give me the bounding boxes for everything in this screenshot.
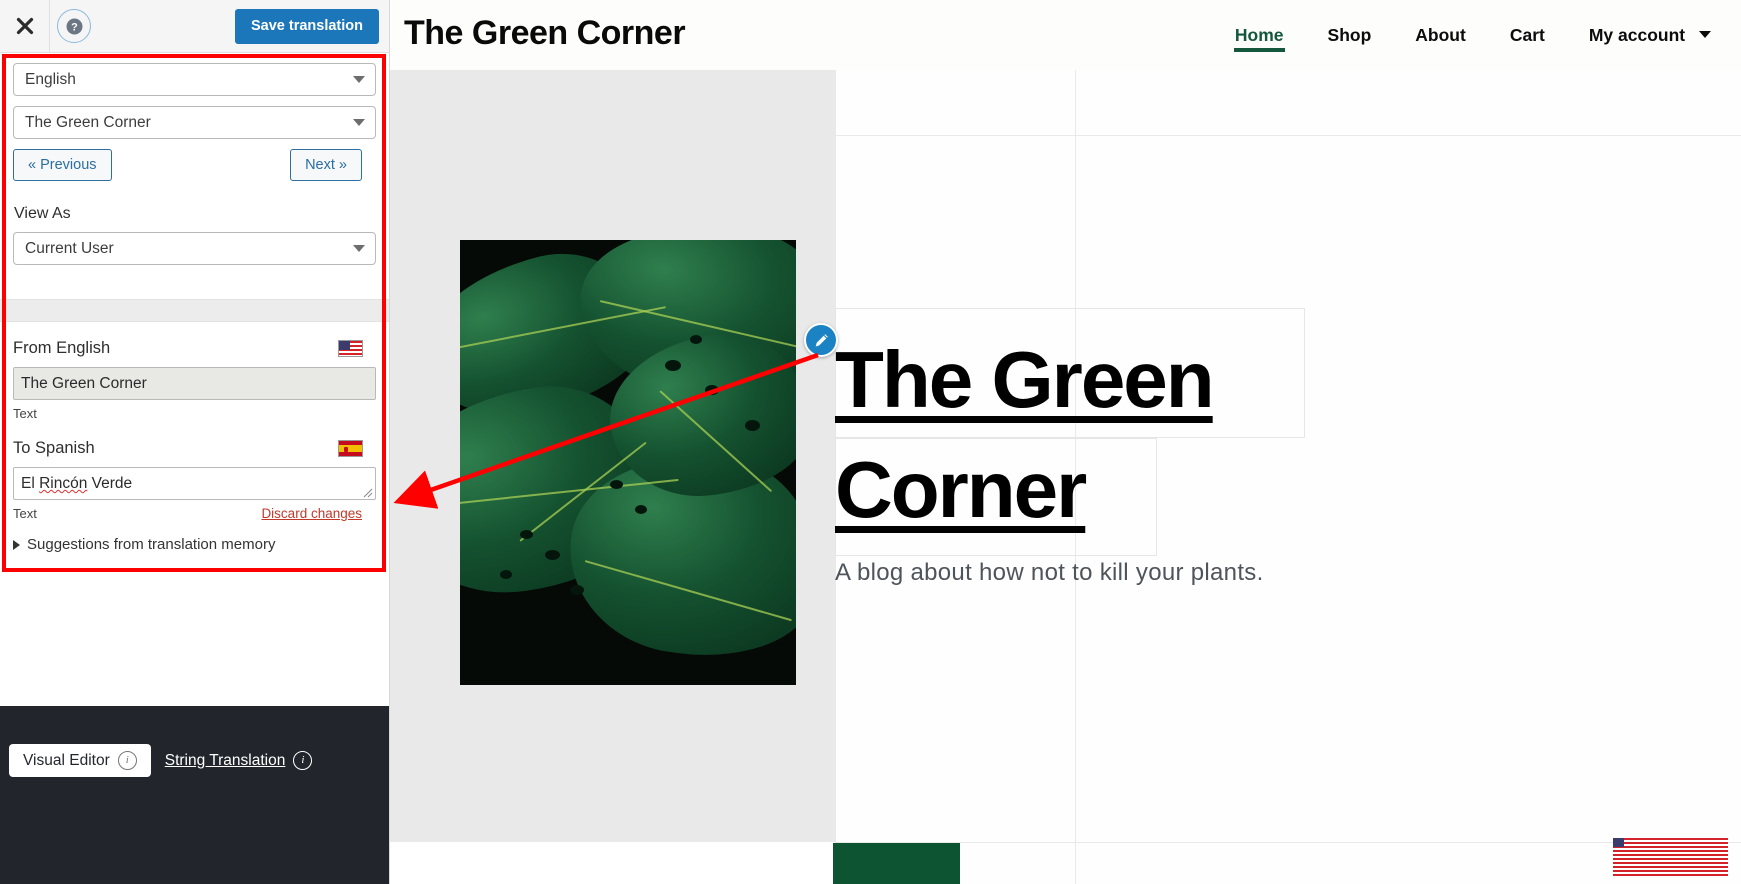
nav-item-about[interactable]: About [1393, 0, 1488, 70]
target-text-field[interactable]: El Rincón Verde [13, 467, 376, 500]
next-button[interactable]: Next » [290, 149, 362, 181]
target-text-suffix: Verde [87, 475, 133, 492]
pagination-buttons: « Previous Next » [13, 149, 376, 182]
source-type-label: Text [13, 406, 37, 421]
close-icon[interactable] [0, 0, 50, 52]
language-select[interactable]: English [13, 63, 376, 96]
info-icon[interactable]: i [117, 751, 137, 770]
site-header: The Green Corner Home Shop About Cart My… [390, 0, 1741, 70]
nav-item-cart[interactable]: Cart [1488, 0, 1567, 70]
help-icon[interactable]: ? [57, 9, 91, 43]
discard-changes-link[interactable]: Discard changes [261, 504, 362, 524]
nav-item-my-account[interactable]: My account [1567, 0, 1733, 70]
view-as-select[interactable]: Current User [13, 232, 376, 265]
target-text-misspelled: Rincón [39, 475, 88, 492]
pencil-edit-icon[interactable] [804, 323, 838, 357]
nav-item-shop[interactable]: Shop [1306, 0, 1394, 70]
save-translation-button[interactable]: Save translation [234, 9, 379, 44]
source-meta-row: Text [13, 404, 376, 426]
panel-top-section: English The Green Corner « Previous Next… [0, 53, 389, 277]
panel-scroll-area: English The Green Corner « Previous Next… [0, 53, 389, 706]
tab-string-translation-label: String Translation [164, 751, 286, 769]
site-preview: The Green Corner Home Shop About Cart My… [390, 0, 1741, 884]
svg-text:?: ? [71, 21, 78, 33]
tab-string-translation[interactable]: String Translation i [165, 751, 313, 770]
tab-visual-editor-label: Visual Editor [23, 751, 110, 769]
suggestions-toggle[interactable]: Suggestions from translation memory [13, 536, 376, 553]
chevron-down-icon [1699, 31, 1711, 38]
hero-left-panel [390, 70, 865, 842]
info-icon[interactable]: i [293, 751, 313, 770]
nav-item-my-account-label: My account [1588, 25, 1686, 45]
target-language-row: To Spanish [13, 436, 376, 462]
layout-guide [835, 135, 1741, 136]
site-title: The Green Corner [404, 14, 686, 52]
view-as-label: View As [14, 205, 71, 222]
suggestions-label: Suggestions from translation memory [27, 536, 276, 553]
source-heading: From English [13, 339, 111, 357]
view-as-select-wrapper: Current User [13, 232, 376, 265]
site-navigation: Home Shop About Cart My account [1213, 0, 1733, 70]
flag-us-icon [1612, 838, 1728, 876]
nav-item-home[interactable]: Home [1213, 0, 1306, 70]
section-divider [0, 299, 389, 322]
nav-item-cart-label: Cart [1509, 25, 1545, 45]
sidebar-toolbar: ? Save translation [0, 0, 389, 53]
source-text-field[interactable]: The Green Corner [13, 367, 376, 400]
language-select-wrapper: English [13, 63, 376, 96]
layout-guide [835, 842, 1741, 843]
translation-section: From English The Green Corner Text To Sp… [0, 322, 389, 561]
hero-title: The Green Corner [835, 335, 1215, 534]
flag-es-icon [338, 440, 363, 457]
nav-item-about-label: About [1415, 25, 1466, 45]
green-section-block [833, 843, 960, 884]
flag-us-icon [338, 340, 363, 357]
editor-mode-tabs: Visual Editor i String Translation i [9, 744, 313, 777]
language-switcher[interactable]: English [1612, 838, 1728, 876]
target-text-prefix: El [21, 475, 40, 492]
previous-button[interactable]: « Previous [13, 149, 112, 181]
string-select-wrapper: The Green Corner [13, 106, 376, 139]
tab-visual-editor[interactable]: Visual Editor i [9, 744, 151, 777]
target-heading: To Spanish [13, 439, 95, 457]
target-meta-row: Text Discard changes [13, 504, 376, 526]
screen-root: ? Save translation English The Green Cor… [0, 0, 1741, 884]
hero-subtitle: A blog about how not to kill your plants… [835, 559, 1264, 586]
nav-item-home-label: Home [1234, 25, 1284, 45]
translation-sidebar: ? Save translation English The Green Cor… [0, 0, 390, 884]
monstera-photo [460, 240, 796, 685]
nav-item-shop-label: Shop [1327, 25, 1372, 45]
string-select[interactable]: The Green Corner [13, 106, 376, 139]
source-language-row: From English [13, 336, 376, 362]
sidebar-footer: Visual Editor i String Translation i [0, 706, 389, 884]
triangle-right-icon [13, 539, 20, 550]
